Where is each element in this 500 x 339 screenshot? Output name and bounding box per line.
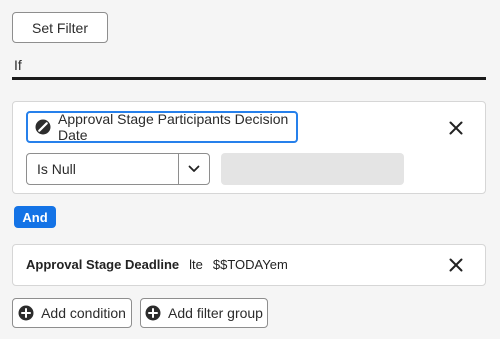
condition-2-value: $$TODAYem <box>212 257 288 272</box>
condition-2-field: Approval Stage Deadline <box>26 257 180 272</box>
condition-card-1: Approval Stage Participants Decision Dat… <box>12 101 486 194</box>
condition-2-operator: lte <box>189 257 203 272</box>
and-connector-badge[interactable]: And <box>14 206 56 228</box>
add-condition-button[interactable]: Add condition <box>12 298 132 328</box>
if-label: If <box>14 57 22 73</box>
add-filter-group-button[interactable]: Add filter group <box>140 298 268 328</box>
condition-field-label: Approval Stage Participants Decision Dat… <box>58 111 289 143</box>
chevron-down-icon[interactable] <box>178 154 209 184</box>
close-icon <box>449 258 463 272</box>
no-entry-icon <box>35 119 51 135</box>
plus-circle-icon <box>145 305 161 321</box>
value-input-disabled <box>221 153 404 185</box>
condition-field-selector[interactable]: Approval Stage Participants Decision Dat… <box>26 111 298 143</box>
remove-condition-1-button[interactable] <box>446 118 466 138</box>
condition-card-2: Approval Stage Deadline lte $$TODAYem <box>12 244 486 286</box>
remove-condition-2-button[interactable] <box>446 255 466 275</box>
close-icon <box>449 121 463 135</box>
add-condition-label: Add condition <box>41 305 126 321</box>
set-filter-button[interactable]: Set Filter <box>12 12 108 43</box>
plus-circle-icon <box>18 305 34 321</box>
add-filter-group-label: Add filter group <box>168 305 263 321</box>
operator-select[interactable]: Is Null <box>26 153 210 185</box>
operator-select-value: Is Null <box>37 161 76 177</box>
if-divider <box>12 77 486 80</box>
condition-2-summary[interactable]: Approval Stage Deadline lte $$TODAYem <box>26 257 288 272</box>
